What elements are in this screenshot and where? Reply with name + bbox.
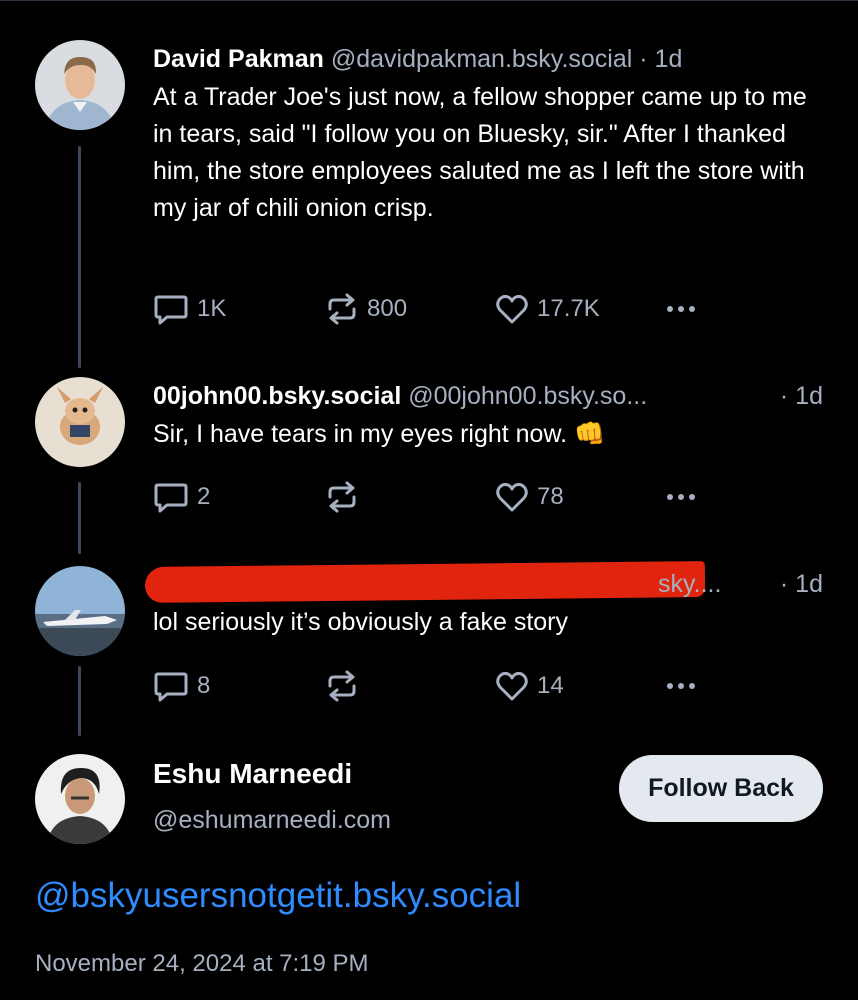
like-button[interactable]: 78	[495, 479, 564, 515]
more-icon[interactable]	[667, 668, 700, 704]
post-actions: 1K 800 17.7K	[153, 291, 713, 327]
follow-back-button[interactable]: Follow Back	[619, 755, 823, 822]
repost-icon	[328, 293, 356, 325]
post-header: David Pakman @davidpakman.bsky.social · …	[153, 43, 828, 75]
like-count: 14	[537, 672, 564, 699]
avatar[interactable]	[35, 566, 125, 656]
thread-line	[78, 666, 81, 736]
mention-link[interactable]: @bskyusersnotgetit.bsky.social	[35, 876, 521, 916]
thread-line	[78, 146, 81, 368]
post-2[interactable]: 00john00.bsky.social @00john00.bsky.so..…	[153, 380, 828, 453]
repost-count: 800	[367, 295, 408, 322]
profile-name[interactable]: Eshu Marneedi	[153, 758, 352, 790]
reply-count: 2	[197, 483, 211, 510]
avatar[interactable]	[35, 754, 125, 844]
post-time: · 1d	[639, 45, 683, 73]
author-handle[interactable]: @00john00.bsky.so...	[408, 382, 647, 410]
reply-icon	[154, 672, 188, 702]
post-header: sky.... · 1d	[153, 568, 823, 600]
post-text: lol seriously it’s obviously a fake stor…	[153, 608, 568, 636]
author-handle[interactable]: @davidpakman.bsky.social	[331, 45, 632, 73]
repost-icon	[328, 670, 356, 702]
post-timestamp: November 24, 2024 at 7:19 PM	[35, 950, 369, 977]
like-icon	[496, 482, 528, 512]
profile-handle[interactable]: @eshumarneedi.com	[153, 806, 391, 835]
author-name[interactable]: David Pakman	[153, 45, 324, 73]
repost-button[interactable]: 800	[325, 291, 407, 327]
reply-count: 8	[197, 672, 211, 699]
post-time: · 1d	[779, 570, 823, 598]
more-icon[interactable]	[667, 479, 700, 515]
repost-button[interactable]	[325, 479, 367, 515]
avatar[interactable]	[35, 40, 125, 130]
reply-button[interactable]: 8	[153, 668, 210, 704]
like-button[interactable]: 14	[495, 668, 564, 704]
post-3[interactable]: sky.... · 1d lol seriously it’s obviousl…	[153, 568, 828, 641]
like-icon	[496, 671, 528, 701]
author-handle[interactable]: sky....	[658, 568, 721, 600]
reply-button[interactable]: 2	[153, 479, 210, 515]
reply-icon	[154, 483, 188, 513]
like-button[interactable]: 17.7K	[495, 291, 600, 327]
author-name[interactable]: 00john00.bsky.social	[153, 382, 401, 410]
reply-icon	[154, 295, 188, 325]
post-actions: 2 78	[153, 479, 713, 515]
post-time: · 1d	[779, 382, 823, 410]
post-text: Sir, I have tears in my eyes right now. …	[153, 420, 606, 448]
avatar[interactable]	[35, 377, 125, 467]
reply-button[interactable]: 1K	[153, 291, 226, 327]
post-1[interactable]: David Pakman @davidpakman.bsky.social · …	[153, 43, 828, 227]
repost-icon	[328, 481, 356, 513]
like-count: 17.7K	[537, 295, 600, 322]
top-divider	[0, 0, 858, 5]
like-icon	[496, 294, 528, 324]
thread-line	[78, 482, 81, 554]
repost-button[interactable]	[325, 668, 367, 704]
post-actions: 8 14	[153, 668, 713, 704]
like-count: 78	[537, 483, 564, 510]
more-icon[interactable]	[667, 291, 700, 327]
reply-count: 1K	[197, 295, 227, 322]
post-header: 00john00.bsky.social @00john00.bsky.so..…	[153, 380, 823, 412]
post-text: At a Trader Joe's just now, a fellow sho…	[153, 83, 807, 222]
